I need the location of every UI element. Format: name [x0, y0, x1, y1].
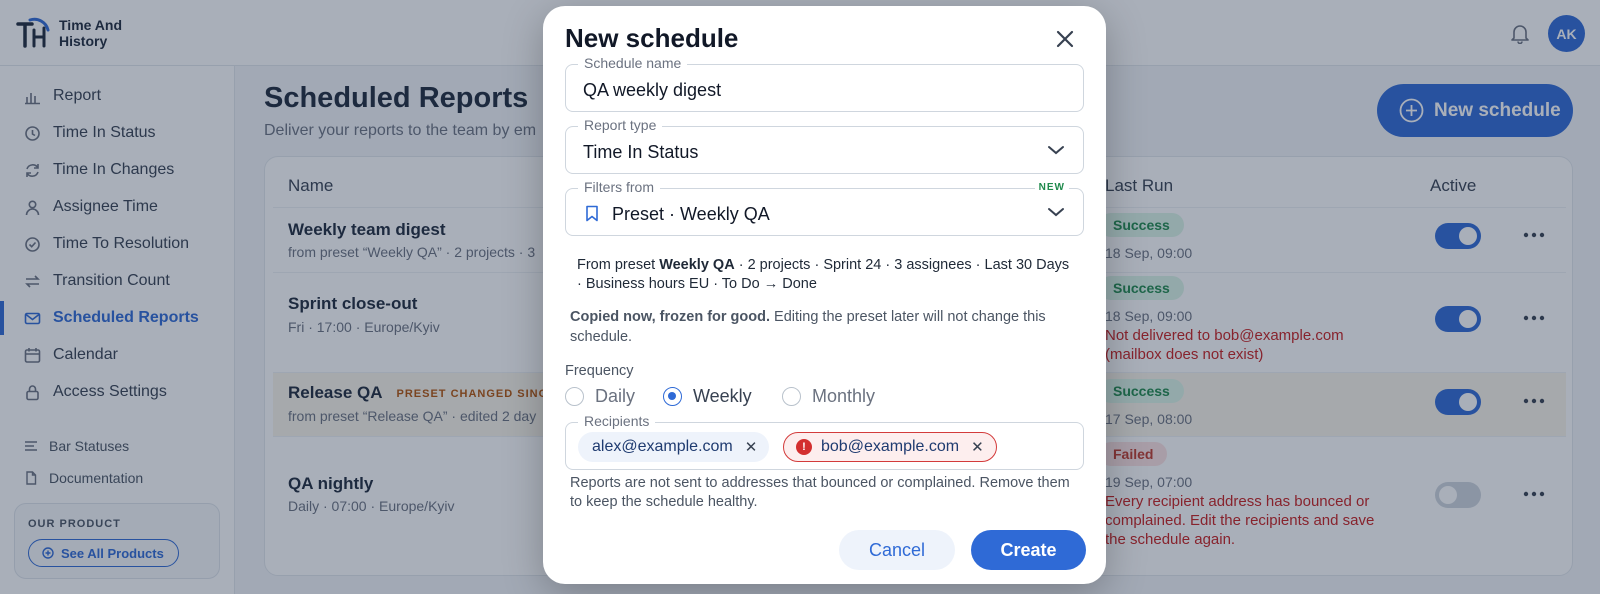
- field-label: Filters from: [578, 179, 660, 195]
- report-type-value: Time In Status: [583, 142, 699, 162]
- frozen-note: Copied now, frozen for good. Editing the…: [570, 307, 1075, 347]
- bookmark-icon: [586, 205, 598, 222]
- new-badge: NEW: [1034, 182, 1069, 193]
- recipients-help: Reports are not sent to addresses that b…: [570, 475, 1070, 510]
- frozen-note-bold: Copied now, frozen for good.: [570, 309, 771, 325]
- radio-label: Daily: [595, 386, 636, 406]
- frequency-option-monthly[interactable]: Monthly: [782, 386, 875, 407]
- report-type-select[interactable]: Report type Time In Status: [565, 117, 1084, 174]
- recipient-chip: alex@example.com ✕: [578, 432, 770, 462]
- frequency-option-daily[interactable]: Daily: [565, 386, 635, 407]
- schedule-name-field[interactable]: Schedule name QA weekly digest: [565, 55, 1084, 112]
- recipients-field[interactable]: Recipients alex@example.com ✕ ! bob@exam…: [565, 413, 1084, 470]
- radio-button[interactable]: [663, 387, 682, 406]
- filters-from-select[interactable]: Filters from NEW Preset · Weekly QA: [565, 179, 1084, 236]
- chevron-down-icon: [1048, 208, 1064, 217]
- recipient-email: bob@example.com: [821, 438, 960, 455]
- remove-recipient-icon[interactable]: ✕: [971, 438, 984, 456]
- field-label: Recipients: [578, 413, 656, 429]
- preset-name: Weekly QA: [659, 257, 735, 273]
- new-schedule-dialog: New schedule Schedule name QA weekly dig…: [543, 6, 1106, 584]
- recipient-chip-bounced: ! bob@example.com ✕: [783, 432, 997, 462]
- radio-button[interactable]: [782, 387, 801, 406]
- filters-value: Preset · Weekly QA: [612, 204, 770, 224]
- frequency-label: Frequency: [565, 363, 634, 379]
- radio-button[interactable]: [565, 387, 584, 406]
- radio-label: Weekly: [693, 386, 752, 406]
- radio-label: Monthly: [812, 386, 876, 406]
- chevron-down-icon: [1048, 146, 1064, 155]
- preset-prefix: From preset: [577, 257, 660, 273]
- field-label: Report type: [578, 117, 663, 133]
- dialog-title: New schedule: [565, 23, 739, 53]
- cancel-button[interactable]: Cancel: [839, 530, 955, 570]
- recipient-email: alex@example.com: [592, 438, 733, 455]
- preset-summary: From preset Weekly QA · 2 projects · Spr…: [577, 256, 1072, 294]
- close-icon[interactable]: [1056, 30, 1074, 48]
- remove-recipient-icon[interactable]: ✕: [745, 438, 758, 456]
- schedule-name-value: QA weekly digest: [583, 80, 722, 100]
- create-button[interactable]: Create: [971, 530, 1086, 570]
- frequency-option-weekly[interactable]: Weekly: [663, 386, 752, 407]
- field-label: Schedule name: [578, 55, 688, 71]
- error-icon: !: [796, 439, 812, 455]
